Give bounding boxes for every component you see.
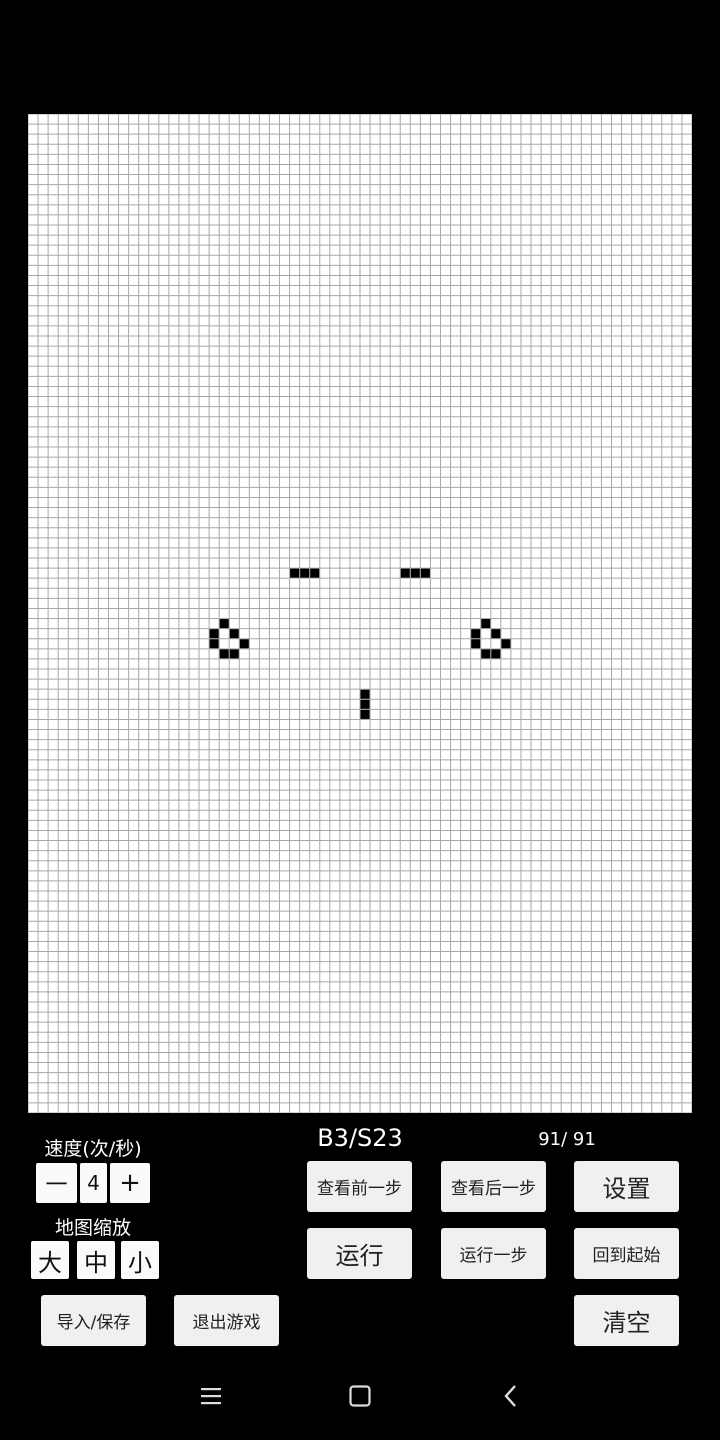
zoom-medium-button[interactable]: 中 xyxy=(77,1241,115,1279)
live-cell[interactable] xyxy=(471,639,481,649)
live-cell[interactable] xyxy=(400,568,410,578)
live-cell[interactable] xyxy=(360,709,370,719)
live-cell[interactable] xyxy=(219,619,229,629)
grid-lines xyxy=(28,114,692,1113)
life-grid[interactable] xyxy=(28,114,692,1113)
live-cell[interactable] xyxy=(481,619,491,629)
zoom-label: 地图缩放 xyxy=(54,1217,131,1239)
live-cell[interactable] xyxy=(209,639,219,649)
life-grid-board[interactable] xyxy=(28,114,692,1113)
zoom-small-button[interactable]: 小 xyxy=(121,1241,159,1279)
back-to-start-button[interactable]: 回到起始 xyxy=(574,1228,679,1279)
speed-increase-button[interactable]: + xyxy=(110,1163,150,1203)
live-cell[interactable] xyxy=(360,699,370,709)
live-cell[interactable] xyxy=(420,568,430,578)
live-cell[interactable] xyxy=(290,568,300,578)
speed-label: 速度(次/秒) xyxy=(44,1138,142,1160)
prev-step-button[interactable]: 查看前一步 xyxy=(307,1161,412,1212)
import-save-button[interactable]: 导入/保存 xyxy=(41,1295,146,1346)
exit-game-button[interactable]: 退出游戏 xyxy=(174,1295,279,1346)
live-cell[interactable] xyxy=(229,649,239,659)
live-cell[interactable] xyxy=(300,568,310,578)
back-chevron-icon[interactable] xyxy=(501,1384,521,1408)
live-cell[interactable] xyxy=(481,649,491,659)
live-cell[interactable] xyxy=(229,629,239,639)
live-cell[interactable] xyxy=(360,689,370,699)
live-cell[interactable] xyxy=(491,629,501,639)
system-nav-bar xyxy=(0,1360,720,1440)
live-cell[interactable] xyxy=(471,629,481,639)
live-cell[interactable] xyxy=(491,649,501,659)
zoom-large-button[interactable]: 大 xyxy=(31,1241,69,1279)
speed-decrease-button[interactable]: 一 xyxy=(36,1163,77,1203)
next-step-button[interactable]: 查看后一步 xyxy=(441,1161,546,1212)
clear-button[interactable]: 清空 xyxy=(574,1295,679,1346)
menu-icon[interactable] xyxy=(199,1386,223,1406)
home-square-icon[interactable] xyxy=(348,1384,372,1408)
live-cell[interactable] xyxy=(501,639,511,649)
generation-counter: 91/ 91 xyxy=(538,1129,596,1150)
live-cell[interactable] xyxy=(209,629,219,639)
run-one-step-button[interactable]: 运行一步 xyxy=(441,1228,546,1279)
live-cell[interactable] xyxy=(239,639,249,649)
live-cell[interactable] xyxy=(219,649,229,659)
live-cell[interactable] xyxy=(310,568,320,578)
live-cell[interactable] xyxy=(410,568,420,578)
rule-label: B3/S23 xyxy=(317,1124,403,1152)
run-button[interactable]: 运行 xyxy=(307,1228,412,1279)
settings-button[interactable]: 设置 xyxy=(574,1161,679,1212)
speed-value-field[interactable]: 4 xyxy=(80,1163,107,1203)
